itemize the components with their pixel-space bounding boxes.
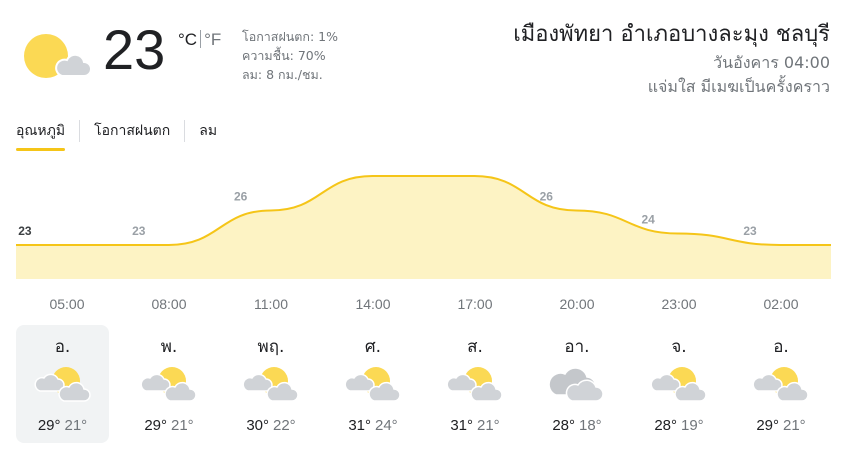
low-temperature: 21° (783, 417, 806, 434)
hour-label: 17:00 (457, 296, 493, 312)
day-name: อ. (773, 337, 789, 357)
temperature-data-label: 26 (540, 190, 554, 204)
forecast-tabs: อุณหภูมิ โอกาสฝนตก ลม (16, 120, 217, 154)
tab-wind[interactable]: ลม (199, 120, 217, 142)
high-temperature: 29° (756, 417, 779, 434)
temperature-chart: 2323262929262423 (16, 175, 831, 279)
daily-forecast: อ. 29° 21° พ. 29° 21° พฤ. 30° 22° ศ. 31° 24° ส. 31° 21… (16, 325, 832, 443)
day-name: อ. (54, 337, 71, 357)
day-name: พ. (160, 337, 178, 357)
cloudy-icon (548, 363, 606, 405)
unit-switcher: °C °F (178, 30, 221, 50)
sun-cloud-icon (140, 363, 198, 405)
low-temperature: 21° (171, 417, 194, 434)
hour-label: 14:00 (355, 296, 391, 312)
tab-precipitation[interactable]: โอกาสฝนตก (94, 120, 170, 142)
day-card[interactable]: อ. 29° 21° (730, 325, 832, 443)
day-name: พฤ. (257, 337, 285, 357)
hour-label: 11:00 (254, 296, 288, 312)
sun-cloud-icon (344, 363, 402, 405)
location-name: เมืองพัทยา อำเภอบางละมุง ชลบุรี (513, 22, 830, 47)
day-name: จ. (671, 337, 687, 357)
fahrenheit-button[interactable]: °F (204, 30, 221, 49)
sun-cloud-icon (33, 363, 92, 405)
date-time: วันอังคาร 04:00 (713, 53, 830, 72)
day-card[interactable]: ศ. 31° 24° (322, 325, 424, 443)
celsius-button[interactable]: °C (178, 30, 197, 49)
low-temperature: 19° (681, 417, 704, 434)
temperature-data-label: 26 (234, 190, 248, 204)
weather-condition: แจ่มใส มีเมฆเป็นครั้งคราว (647, 77, 830, 96)
day-name: ส. (467, 337, 483, 357)
day-temperatures: 28° 19° (628, 417, 730, 434)
tab-divider (184, 120, 186, 142)
humidity: ความชื้น: 70% (242, 48, 326, 63)
hour-axis: 05:00 08:00 11:00 14:00 17:00 20:00 23:00 02:00 (16, 296, 832, 316)
day-card[interactable]: ส. 31° 21° (424, 325, 526, 443)
current-temperature: 23 (103, 18, 166, 81)
weather-sun-cloud-icon (18, 28, 94, 84)
sun-cloud-icon (242, 363, 300, 405)
temperature-data-label: 23 (743, 224, 757, 238)
day-card[interactable]: พ. 29° 21° (118, 325, 220, 443)
day-temperatures: 30° 22° (220, 417, 322, 434)
temperature-data-label: 23 (132, 224, 146, 238)
day-temperatures: 29° 21° (16, 417, 109, 434)
day-card[interactable]: อา. 28° 18° (526, 325, 628, 443)
day-temperatures: 29° 21° (730, 417, 832, 434)
day-temperatures: 31° 24° (322, 417, 424, 434)
high-temperature: 31° (348, 417, 371, 434)
day-temperatures: 31° 21° (424, 417, 526, 434)
high-temperature: 28° (654, 417, 677, 434)
sun-cloud-icon (752, 363, 810, 405)
temperature-data-label: 24 (642, 213, 656, 227)
low-temperature: 18° (579, 417, 602, 434)
temperature-data-label: 23 (18, 224, 32, 238)
sun-cloud-icon (446, 363, 504, 405)
sun-cloud-icon (650, 363, 708, 405)
day-name: ศ. (364, 337, 382, 357)
day-card[interactable]: อ. 29° 21° (16, 325, 109, 443)
hour-label: 05:00 (49, 296, 85, 312)
day-temperatures: 29° 21° (118, 417, 220, 434)
low-temperature: 21° (64, 417, 88, 434)
hour-label: 02:00 (763, 296, 799, 312)
hour-label: 20:00 (559, 296, 595, 312)
high-temperature: 29° (37, 417, 61, 434)
hour-label: 08:00 (151, 296, 187, 312)
high-temperature: 29° (144, 417, 167, 434)
day-card[interactable]: พฤ. 30° 22° (220, 325, 322, 443)
day-temperatures: 28° 18° (526, 417, 628, 434)
high-temperature: 28° (552, 417, 575, 434)
low-temperature: 24° (375, 417, 398, 434)
wind-speed: ลม: 8 กม./ชม. (242, 67, 323, 82)
tab-divider (79, 120, 81, 142)
low-temperature: 22° (273, 417, 296, 434)
high-temperature: 31° (450, 417, 473, 434)
low-temperature: 21° (477, 417, 500, 434)
day-name: อา. (564, 337, 590, 357)
hour-label: 23:00 (661, 296, 697, 312)
precipitation-chance: โอกาสฝนตก: 1% (242, 29, 339, 44)
tab-temperature[interactable]: อุณหภูมิ (16, 120, 66, 151)
day-card[interactable]: จ. 28° 19° (628, 325, 730, 443)
high-temperature: 30° (246, 417, 269, 434)
weather-details: โอกาสฝนตก: 1% ความชื้น: 70% ลม: 8 กม./ชม… (242, 27, 338, 84)
unit-divider (200, 30, 202, 48)
